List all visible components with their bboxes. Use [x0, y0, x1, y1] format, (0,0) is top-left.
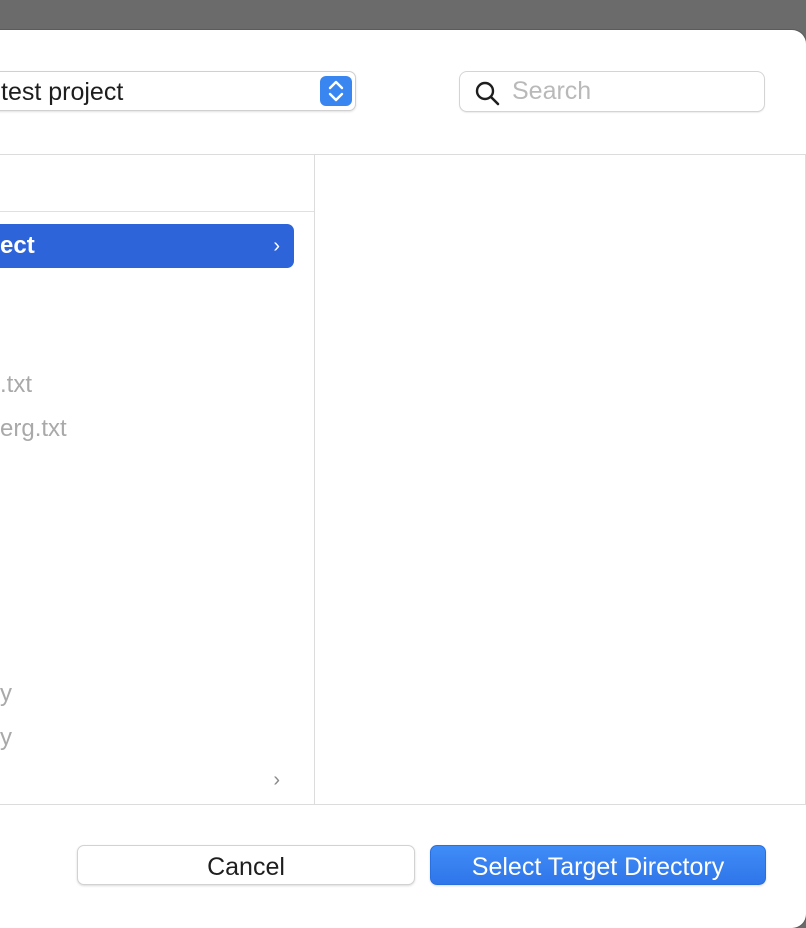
column-right[interactable] — [315, 155, 806, 804]
list-item-label: ect — [0, 232, 35, 259]
chevron-right-icon: › — [273, 235, 280, 257]
column-browser: ect › .txt erg.txt y y › — [0, 154, 806, 805]
list-item-label: .txt — [0, 371, 33, 398]
search-field[interactable] — [459, 71, 765, 112]
column-header-divider — [0, 211, 314, 212]
list-item-label: y — [0, 724, 12, 751]
file-picker-dialog: test project ect › .txt erg.txt — [0, 30, 806, 928]
list-item[interactable]: erg.txt — [0, 407, 294, 451]
cancel-button[interactable]: Cancel — [77, 845, 415, 885]
list-item-label: y — [0, 680, 12, 707]
list-item[interactable]: › — [0, 758, 294, 802]
chevron-right-icon: › — [273, 769, 280, 791]
column-left[interactable]: ect › .txt erg.txt y y › — [0, 155, 315, 804]
select-target-directory-button[interactable]: Select Target Directory — [430, 845, 766, 885]
up-down-chevron-icon[interactable] — [320, 76, 352, 106]
list-item[interactable]: .txt — [0, 363, 294, 407]
list-item[interactable]: y — [0, 716, 294, 760]
location-label: test project — [1, 78, 124, 106]
list-item-selected[interactable]: ect › — [0, 224, 294, 268]
location-popup[interactable]: test project — [0, 71, 356, 111]
list-item-label: erg.txt — [0, 415, 67, 442]
search-icon — [475, 81, 500, 106]
list-item[interactable]: y — [0, 672, 294, 716]
search-input[interactable] — [512, 76, 752, 107]
